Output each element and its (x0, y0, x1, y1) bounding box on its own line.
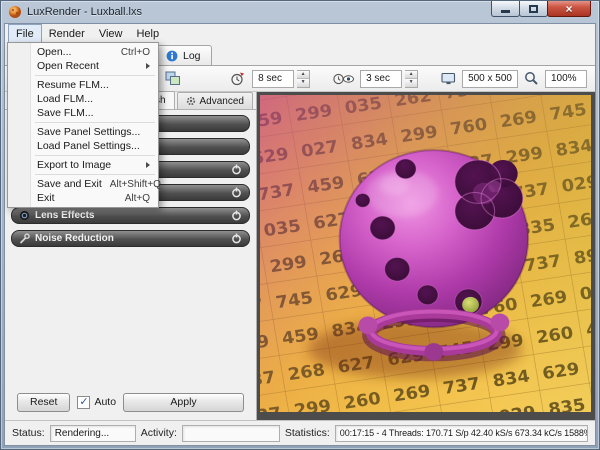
menu-item-open[interactable]: Open... Ctrl+O (8, 45, 158, 59)
wrench-icon (19, 233, 30, 244)
power-toggle-icon[interactable] (231, 233, 242, 244)
menu-item-open-recent[interactable]: Open Recent (8, 59, 158, 73)
menu-separator (35, 75, 155, 76)
inner-green-ball (462, 296, 479, 313)
menubar: File Render View Help (5, 24, 595, 44)
info-icon (166, 50, 178, 62)
close-icon: × (565, 1, 573, 16)
submenu-arrow-icon (146, 63, 150, 69)
menu-item-save-panel-settings[interactable]: Save Panel Settings... (8, 125, 158, 139)
statistics-label: Statistics: (284, 427, 330, 439)
statistics-value: 00:17:15 - 4 Threads: 170.71 S/p 42.40 k… (334, 424, 588, 442)
spin-down-icon[interactable]: ▼ (405, 79, 418, 87)
submenu-arrow-icon (146, 162, 150, 168)
render-refresh-clock-icon (227, 70, 249, 87)
check-icon: ✓ (79, 395, 89, 408)
spin-up-icon[interactable]: ▲ (405, 70, 418, 79)
render-viewport[interactable]: 3490297456297878230294588112606274592990… (257, 92, 595, 420)
menu-item-resume-flm[interactable]: Resume FLM... (8, 78, 158, 92)
render-interval-spinner[interactable]: ▲ ▼ (297, 69, 311, 88)
panel-empty-area (5, 252, 256, 392)
render-interval-input[interactable]: 8 sec (252, 69, 295, 88)
zoom-magnifier-icon[interactable] (521, 70, 542, 87)
menu-view[interactable]: View (92, 24, 130, 44)
status-label: Status: (12, 427, 45, 439)
activity-value (181, 424, 280, 442)
power-toggle-icon[interactable] (231, 187, 242, 198)
menu-item-exit[interactable]: Exit Alt+Q (8, 191, 158, 205)
maximize-button[interactable] (519, 1, 548, 17)
spin-down-icon[interactable]: ▼ (297, 79, 310, 87)
close-button[interactable]: × (547, 1, 591, 17)
copy-image-icon[interactable] (162, 70, 184, 87)
display-interval-spinner[interactable]: ▲ ▼ (405, 69, 419, 88)
gear-icon (186, 96, 196, 106)
menu-file[interactable]: File (8, 24, 42, 44)
menu-item-export-to-image[interactable]: Export to Image (8, 158, 158, 172)
resolution-readout: 500 x 500 (462, 69, 518, 88)
section-lens-effects[interactable]: Lens Effects (11, 207, 250, 224)
window-controls: × (491, 1, 591, 17)
spin-up-icon[interactable]: ▲ (297, 70, 310, 79)
apply-button[interactable]: Apply (123, 392, 244, 412)
menu-separator (35, 122, 155, 123)
resolution-monitor-icon (438, 71, 459, 87)
render-image: 3490297456297878230294588112606274592990… (260, 95, 591, 412)
menu-item-load-panel-settings[interactable]: Load Panel Settings... (8, 139, 158, 153)
display-interval-input[interactable]: 3 sec (360, 69, 403, 88)
statusbar: Status: Rendering... Activity: Statistic… (5, 420, 595, 445)
maximize-icon (529, 4, 538, 13)
minimize-icon (501, 10, 510, 13)
power-toggle-icon[interactable] (231, 210, 242, 221)
tab-advanced-label: Advanced (199, 95, 244, 107)
zoom-level-readout: 100% (545, 69, 587, 88)
app-window: LuxRender - Luxball.lxs × File Render Vi… (0, 0, 600, 450)
section-noise-reduction[interactable]: Noise Reduction (11, 230, 250, 247)
file-menu-popup: Open... Ctrl+O Open Recent Resume FLM...… (7, 42, 161, 208)
menu-separator (35, 155, 155, 156)
auto-checkbox[interactable]: ✓ (77, 395, 91, 409)
panel-bottom-controls: Reset ✓ Auto Apply (5, 392, 256, 420)
menu-item-save-and-exit[interactable]: Save and Exit Alt+Shift+Q (8, 177, 161, 191)
luxball-sphere (338, 149, 530, 329)
status-value: Rendering... (49, 424, 136, 442)
menu-item-save-flm[interactable]: Save FLM... (8, 106, 158, 120)
menu-item-load-flm[interactable]: Load FLM... (8, 92, 158, 106)
menu-help[interactable]: Help (129, 24, 166, 44)
app-icon (8, 5, 22, 19)
tab-log-label: Log (183, 49, 201, 62)
menu-render[interactable]: Render (42, 24, 92, 44)
display-refresh-eye-icon (330, 70, 357, 87)
tab-advanced[interactable]: Advanced (176, 92, 253, 109)
reset-button[interactable]: Reset (17, 392, 71, 412)
auto-checkbox-label: Auto (94, 396, 117, 408)
auto-checkbox-group: ✓ Auto (77, 395, 117, 409)
tab-log[interactable]: Log (155, 45, 212, 65)
menu-separator (35, 174, 155, 175)
minimize-button[interactable] (491, 1, 520, 17)
activity-label: Activity: (140, 427, 177, 439)
window-title: LuxRender - Luxball.lxs (27, 6, 142, 18)
lens-icon (19, 210, 30, 221)
power-toggle-icon[interactable] (231, 164, 242, 175)
